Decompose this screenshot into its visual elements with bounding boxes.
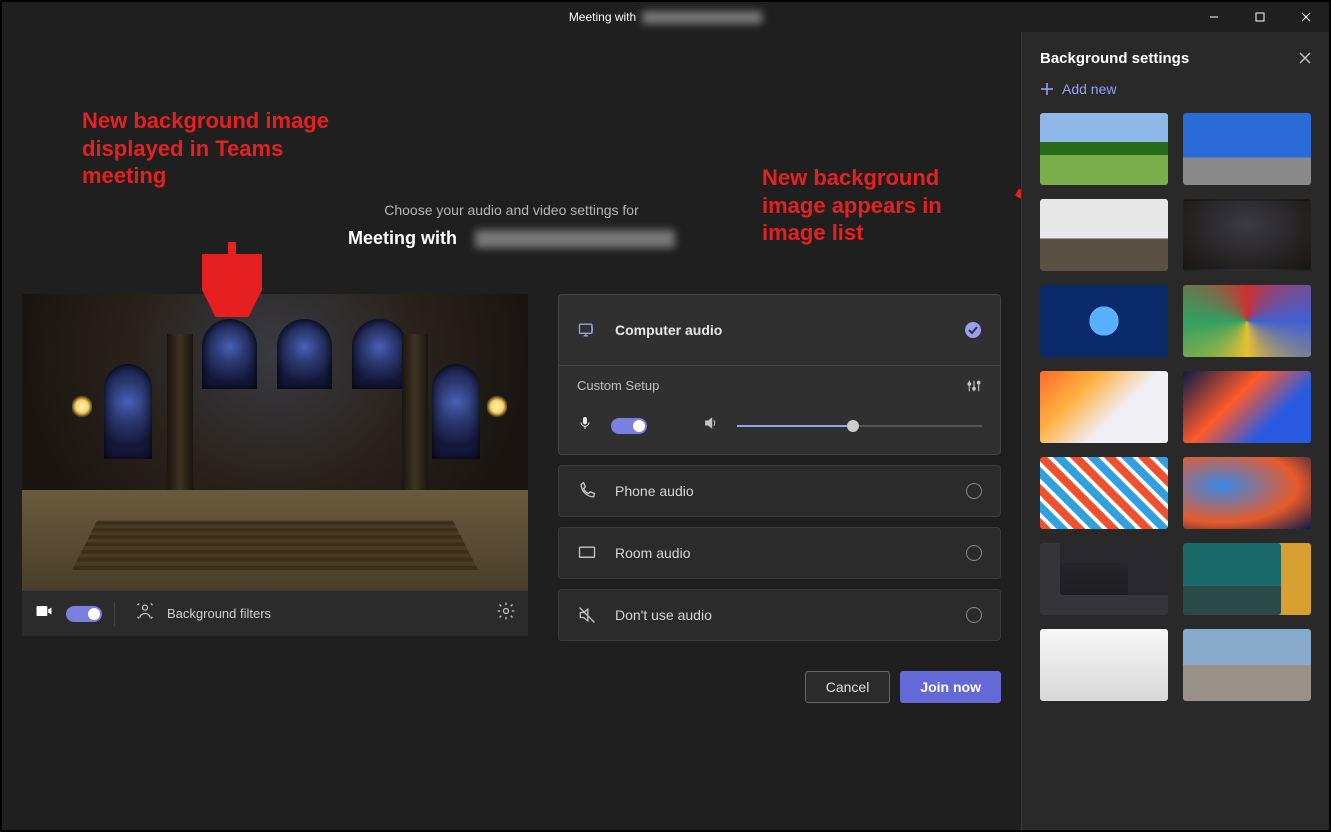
computer-audio-option[interactable]: Computer audio bbox=[559, 295, 1000, 365]
computer-audio-label: Computer audio bbox=[615, 322, 946, 338]
bg-thumb-monument[interactable] bbox=[1183, 629, 1311, 701]
close-button[interactable] bbox=[1283, 2, 1329, 32]
bg-thumb-abstract-paint[interactable] bbox=[1183, 285, 1311, 357]
preview-toolbar: Background filters bbox=[22, 590, 528, 636]
bg-thumb-ribbon-light[interactable] bbox=[1040, 371, 1168, 443]
mic-toggle[interactable] bbox=[611, 418, 647, 434]
speaker-icon bbox=[703, 415, 719, 436]
app-window: Meeting with Choose your audio and video… bbox=[2, 2, 1329, 830]
stained-glass bbox=[202, 319, 257, 389]
bg-thumb-white-room[interactable] bbox=[1040, 629, 1168, 701]
title-redacted bbox=[642, 11, 762, 24]
mic-icon bbox=[577, 415, 593, 436]
action-buttons: Cancel Join now bbox=[558, 671, 1001, 703]
radio-icon bbox=[966, 545, 982, 561]
no-audio-option[interactable]: Don't use audio bbox=[558, 589, 1001, 641]
computer-audio-card: Computer audio Custom Setup bbox=[558, 294, 1001, 455]
annotation-left: New background image displayed in Teams … bbox=[82, 107, 362, 190]
custom-setup: Custom Setup bbox=[559, 365, 1000, 454]
background-grid bbox=[1040, 113, 1311, 701]
bg-thumb-blue-orb[interactable] bbox=[1040, 285, 1168, 357]
meeting-title: Meeting with bbox=[22, 228, 1001, 249]
bg-thumb-parliament[interactable] bbox=[1040, 199, 1168, 271]
maximize-button[interactable] bbox=[1237, 2, 1283, 32]
radio-icon bbox=[966, 607, 982, 623]
main-area: Choose your audio and video settings for… bbox=[2, 32, 1021, 830]
stained-glass bbox=[277, 319, 332, 389]
add-new-label: Add new bbox=[1062, 81, 1116, 97]
phone-audio-option[interactable]: Phone audio bbox=[558, 465, 1001, 517]
join-now-button[interactable]: Join now bbox=[900, 671, 1001, 703]
radio-icon bbox=[966, 483, 982, 499]
background-settings-panel: Background settings Add new bbox=[1021, 32, 1329, 830]
content: Choose your audio and video settings for… bbox=[2, 32, 1329, 830]
arrow-icon bbox=[202, 237, 262, 317]
check-icon bbox=[964, 321, 982, 339]
cancel-button[interactable]: Cancel bbox=[805, 671, 891, 703]
custom-setup-label: Custom Setup bbox=[577, 378, 659, 397]
close-panel-button[interactable] bbox=[1299, 51, 1311, 67]
bg-thumb-golf-course[interactable] bbox=[1040, 113, 1168, 185]
bg-thumb-jet-plane[interactable] bbox=[1183, 113, 1311, 185]
camera-icon bbox=[34, 601, 54, 626]
room-audio-option[interactable]: Room audio bbox=[558, 527, 1001, 579]
bg-thumb-blue-swirl[interactable] bbox=[1183, 457, 1311, 529]
settings-icon[interactable] bbox=[496, 601, 516, 626]
volume-slider[interactable] bbox=[737, 425, 982, 427]
bg-thumb-ribbon-dark[interactable] bbox=[1183, 371, 1311, 443]
stained-glass bbox=[104, 364, 152, 459]
bg-thumb-color-chips[interactable] bbox=[1040, 457, 1168, 529]
add-new-button[interactable]: Add new bbox=[1040, 81, 1311, 97]
stained-glass bbox=[352, 319, 407, 389]
video-column: Background filters bbox=[22, 294, 528, 703]
minimize-button[interactable] bbox=[1191, 2, 1237, 32]
room-audio-label: Room audio bbox=[615, 545, 948, 561]
window-controls bbox=[1191, 2, 1329, 32]
stained-glass bbox=[432, 364, 480, 459]
bg-thumb-cubes-dark[interactable] bbox=[1040, 543, 1168, 615]
no-audio-label: Don't use audio bbox=[615, 607, 948, 623]
audio-column: Computer audio Custom Setup bbox=[558, 294, 1001, 703]
camera-toggle[interactable] bbox=[66, 606, 102, 622]
video-preview bbox=[22, 294, 528, 590]
bg-thumb-room-teal[interactable] bbox=[1183, 543, 1311, 615]
phone-audio-label: Phone audio bbox=[615, 483, 948, 499]
plus-icon bbox=[1040, 82, 1054, 96]
title-prefix: Meeting with bbox=[348, 228, 457, 248]
columns: Background filters Computer audio bbox=[22, 294, 1001, 703]
subtitle: Choose your audio and video settings for bbox=[22, 202, 1001, 218]
sliders-icon[interactable] bbox=[966, 378, 982, 397]
titlebar: Meeting with bbox=[2, 2, 1329, 32]
background-filters-icon bbox=[135, 601, 155, 626]
bg-thumb-cathedral[interactable] bbox=[1183, 199, 1311, 271]
background-filters-button[interactable]: Background filters bbox=[167, 606, 271, 621]
panel-title: Background settings bbox=[1040, 50, 1189, 67]
title-prefix: Meeting with bbox=[569, 10, 636, 24]
meeting-name-redacted bbox=[475, 230, 675, 248]
